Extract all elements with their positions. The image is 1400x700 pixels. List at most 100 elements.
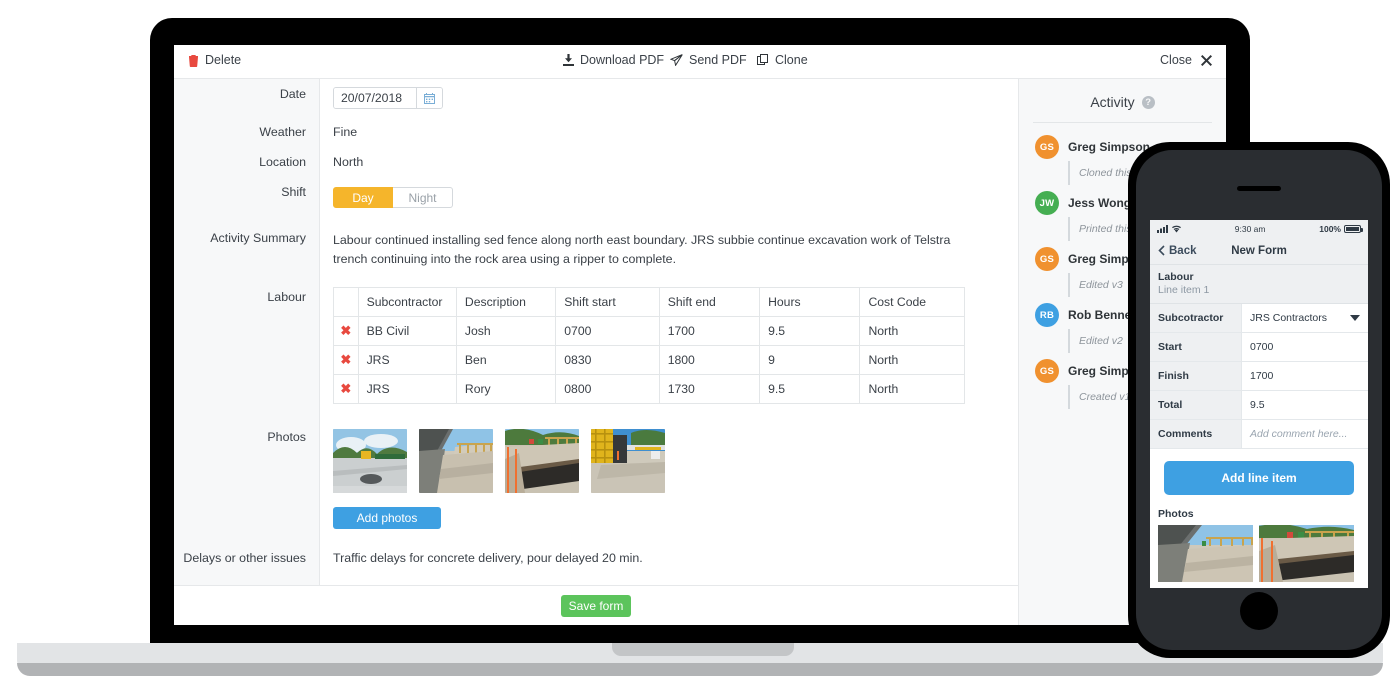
signal-bars-icon — [1157, 224, 1169, 233]
cell-subcontractor: JRS — [357, 345, 457, 376]
close-button[interactable]: Close — [1160, 53, 1212, 67]
form-scroll-area[interactable]: Date 20/07/2018 Weather Fine Location No… — [174, 79, 1018, 585]
th-hours: Hours — [759, 287, 861, 318]
remove-row-cell[interactable]: ✖ — [333, 374, 359, 405]
add-line-item-button[interactable]: Add line item — [1164, 461, 1354, 495]
activity-summary-value[interactable]: Labour continued installing sed fence al… — [320, 217, 985, 276]
field-value[interactable]: 1700 — [1242, 362, 1368, 390]
phone-photo-list — [1150, 525, 1368, 582]
photo-thumbnail[interactable] — [1158, 525, 1253, 582]
delete-button[interactable]: Delete — [188, 53, 241, 67]
clone-icon — [757, 54, 769, 66]
remove-row-icon[interactable]: ✖ — [340, 323, 351, 338]
laptop-device-frame: Delete Download PDF Send PDF Clone Close… — [150, 18, 1250, 643]
cell-description: Ben — [455, 345, 557, 376]
section-subtitle: Line item 1 — [1158, 284, 1210, 296]
field-label: Total — [1150, 391, 1242, 419]
avatar: JW — [1035, 191, 1059, 215]
labour-table: Subcontractor Description Shift start Sh… — [333, 287, 965, 405]
field-row-activity-summary: Activity Summary Labour continued instal… — [174, 217, 1018, 277]
date-label: Date — [174, 79, 320, 117]
phone-section-header: Labour Line item 1 — [1150, 265, 1368, 304]
field-row-delays: Delays or other issues Traffic delays fo… — [174, 537, 1018, 585]
phone-field-comments[interactable]: Comments Add comment here... — [1150, 420, 1368, 449]
phone-bezel: 9:30 am 100% Back New Form Labour Line i… — [1136, 150, 1382, 650]
calendar-picker-button[interactable] — [416, 88, 442, 108]
calendar-icon — [424, 92, 435, 104]
remove-row-icon[interactable]: ✖ — [340, 352, 351, 367]
app-body: Date 20/07/2018 Weather Fine Location No… — [174, 79, 1226, 625]
add-photos-button[interactable]: Add photos — [333, 507, 441, 530]
cell-shift-end: 1800 — [658, 345, 761, 376]
photo-thumbnail[interactable] — [1259, 525, 1354, 582]
field-value-wrap[interactable]: JRS Contractors — [1242, 304, 1368, 332]
activity-user-name: Greg Simpson — [1068, 140, 1151, 154]
field-row-weather: Weather Fine — [174, 117, 1018, 147]
cell-shift-start: 0830 — [555, 345, 660, 376]
delays-value[interactable]: Traffic delays for concrete delivery, po… — [320, 537, 1018, 585]
activity-summary-label: Activity Summary — [174, 217, 320, 277]
avatar: RB — [1035, 303, 1059, 327]
download-pdf-button[interactable]: Download PDF — [563, 53, 664, 67]
field-row-shift: Shift Day Night — [174, 177, 1018, 217]
remove-row-cell[interactable]: ✖ — [333, 345, 359, 376]
date-input[interactable] — [334, 88, 416, 108]
status-left — [1157, 224, 1181, 233]
laptop-base-notch — [612, 643, 794, 656]
shift-day-button[interactable]: Day — [333, 187, 393, 208]
send-pdf-label: Send PDF — [689, 53, 747, 67]
photos-cell: Add photos — [320, 412, 1018, 537]
labour-label: Labour — [174, 276, 320, 413]
avatar: GS — [1035, 135, 1059, 159]
cell-shift-end: 1730 — [658, 374, 761, 405]
phone-field-subcontractor[interactable]: Subcotractor JRS Contractors — [1150, 304, 1368, 333]
photo-thumbnail[interactable] — [505, 429, 579, 494]
shift-night-button[interactable]: Night — [393, 187, 453, 208]
close-icon — [1201, 54, 1212, 66]
back-button[interactable]: Back — [1158, 245, 1197, 257]
field-value[interactable]: 9.5 — [1242, 391, 1368, 419]
trash-icon — [188, 54, 199, 67]
app-toolbar: Delete Download PDF Send PDF Clone Close — [174, 45, 1226, 79]
send-pdf-button[interactable]: Send PDF — [670, 53, 747, 67]
activity-divider — [1033, 122, 1212, 123]
photo-thumbnail[interactable] — [419, 429, 493, 494]
table-row: ✖ JRS Rory 0800 1730 9.5 North — [333, 374, 965, 405]
cell-description: Josh — [455, 316, 557, 347]
labour-table-cell: Subcontractor Description Shift start Sh… — [320, 276, 1018, 412]
phone-field-finish[interactable]: Finish 1700 — [1150, 362, 1368, 391]
phone-photos-label: Photos — [1158, 508, 1194, 520]
battery-percent-label: 100% — [1319, 223, 1341, 234]
phone-home-button[interactable] — [1240, 592, 1278, 630]
cell-cost-code: North — [859, 345, 965, 376]
delete-label: Delete — [205, 53, 242, 67]
remove-row-icon[interactable]: ✖ — [340, 381, 351, 396]
date-input-group — [333, 87, 443, 109]
clone-button[interactable]: Clone — [757, 53, 808, 67]
remove-row-cell[interactable]: ✖ — [333, 316, 359, 347]
th-shift-start: Shift start — [555, 287, 660, 318]
screenshot-stage: Delete Download PDF Send PDF Clone Close… — [0, 0, 1400, 700]
status-right: 100% — [1319, 223, 1363, 234]
chevron-down-icon[interactable] — [1350, 315, 1360, 321]
cell-description: Rory — [455, 374, 557, 405]
photo-thumbnail[interactable] — [333, 429, 407, 494]
photo-thumbnail[interactable] — [591, 429, 665, 494]
shift-label: Shift — [174, 177, 320, 217]
cell-shift-end: 1700 — [658, 316, 761, 347]
labour-table-body: ✖ BB Civil Josh 0700 1700 9.5 North ✖ JR… — [333, 316, 965, 405]
chevron-left-icon — [1158, 245, 1165, 256]
field-value[interactable]: 0700 — [1242, 333, 1368, 361]
phone-status-bar: 9:30 am 100% — [1150, 220, 1368, 237]
field-label: Start — [1150, 333, 1242, 361]
cell-hours: 9.5 — [759, 316, 861, 347]
cell-shift-start: 0800 — [555, 374, 660, 405]
field-label: Subcotractor — [1150, 304, 1242, 332]
comments-placeholder[interactable]: Add comment here... — [1242, 420, 1368, 448]
phone-field-start[interactable]: Start 0700 — [1150, 333, 1368, 362]
help-icon[interactable]: ? — [1141, 95, 1155, 109]
phone-field-total[interactable]: Total 9.5 — [1150, 391, 1368, 420]
cell-cost-code: North — [859, 374, 965, 405]
cell-shift-start: 0700 — [555, 316, 660, 347]
save-form-button[interactable]: Save form — [561, 594, 631, 617]
